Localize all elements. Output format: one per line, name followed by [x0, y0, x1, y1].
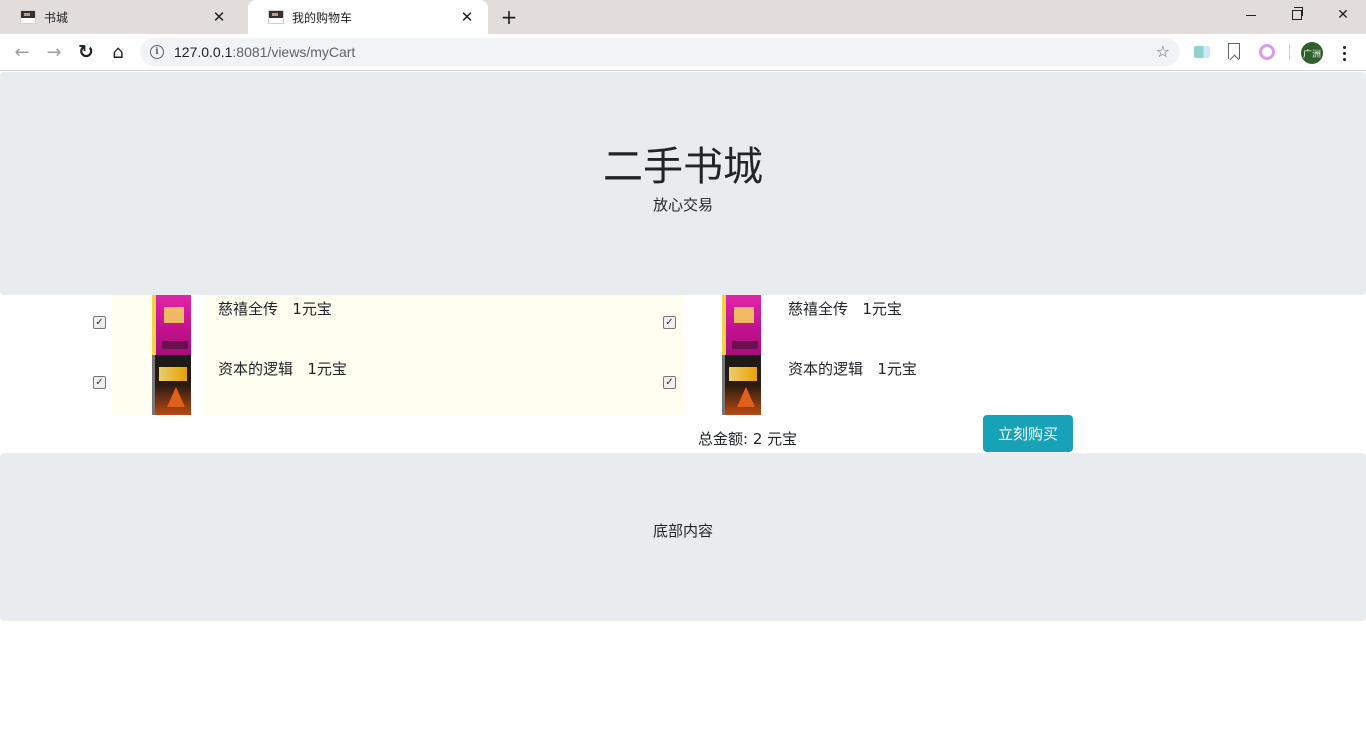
item-checkbox[interactable]: ✓: [663, 316, 676, 329]
browser-toolbar: ← → ↻ ⌂ i 127.0.0.1:8081/views/myCart ☆: [0, 34, 1366, 71]
footer-text: 底部内容: [652, 522, 713, 540]
site-favicon-icon: [268, 10, 284, 24]
home-icon[interactable]: ⌂: [104, 38, 132, 66]
address-bar[interactable]: i 127.0.0.1:8081/views/myCart ☆: [140, 38, 1180, 66]
url-path: :8081/views/myCart: [232, 44, 356, 60]
cart-item: ✓ 慈禧全传 1元宝: [0, 295, 1366, 355]
reading-list-icon[interactable]: [1228, 43, 1240, 59]
reload-icon[interactable]: ↻: [72, 38, 100, 66]
tab-title: 我的购物车: [292, 10, 353, 25]
page-header: 二手书城 放心交易: [0, 72, 1366, 295]
restore-icon: [1292, 7, 1303, 20]
page-slogan: 放心交易: [652, 196, 713, 214]
tab-my-cart[interactable]: 我的购物车 ✕: [248, 0, 488, 34]
page-title: 二手书城: [603, 144, 763, 190]
cart-total: 总金额: 2 元宝: [698, 430, 798, 448]
book-cover-cixi-icon[interactable]: [722, 295, 761, 355]
bookmark-star-icon[interactable]: ☆: [1156, 42, 1170, 61]
url-text[interactable]: 127.0.0.1:8081/views/myCart: [174, 44, 355, 60]
window-restore-button[interactable]: [1274, 0, 1320, 30]
forward-arrow-icon[interactable]: →: [40, 38, 68, 66]
item-price: 1元宝: [862, 300, 902, 318]
item-checkbox[interactable]: ✓: [663, 376, 676, 389]
item-name: 资本的逻辑 1元宝: [788, 360, 917, 378]
book-cover-ziben-icon[interactable]: [722, 355, 761, 415]
window-close-button[interactable]: ✕: [1320, 0, 1366, 30]
tab-bookstore[interactable]: 书城 ✕: [0, 0, 240, 34]
tab-close-icon[interactable]: ✕: [210, 8, 228, 26]
item-name: 慈禧全传 1元宝: [788, 300, 902, 318]
minimize-icon: [1246, 14, 1256, 16]
tab-strip: 书城 ✕ 我的购物车 ✕ + ✕: [0, 0, 1366, 34]
window-minimize-button[interactable]: [1228, 0, 1274, 30]
cart-section: ✓ 慈禧全传 1元宝 ✓ 资本的逻辑 1元宝 ✓ 慈禧全传 1元宝 ✓ 资本的逻…: [0, 295, 1366, 453]
tab-close-icon[interactable]: ✕: [458, 8, 476, 26]
back-arrow-icon[interactable]: ←: [8, 38, 36, 66]
browser-menu-icon[interactable]: [1336, 42, 1352, 64]
site-favicon-icon: [20, 10, 36, 24]
extension-ring-icon[interactable]: [1259, 44, 1275, 60]
url-host: 127.0.0.1: [174, 44, 233, 60]
site-info-icon[interactable]: i: [150, 45, 164, 59]
extension-icon[interactable]: [1194, 46, 1210, 58]
cart-item: ✓ 资本的逻辑 1元宝: [0, 355, 1366, 415]
buy-now-button[interactable]: 立刻购买: [983, 415, 1073, 452]
tab-title: 书城: [44, 10, 69, 25]
close-icon: ✕: [1337, 7, 1349, 23]
new-tab-button[interactable]: +: [498, 5, 520, 29]
item-price: 1元宝: [877, 360, 917, 378]
toolbar-divider: [1289, 44, 1290, 60]
page-footer: 底部内容: [0, 453, 1366, 621]
profile-avatar[interactable]: 广洲: [1301, 42, 1323, 64]
